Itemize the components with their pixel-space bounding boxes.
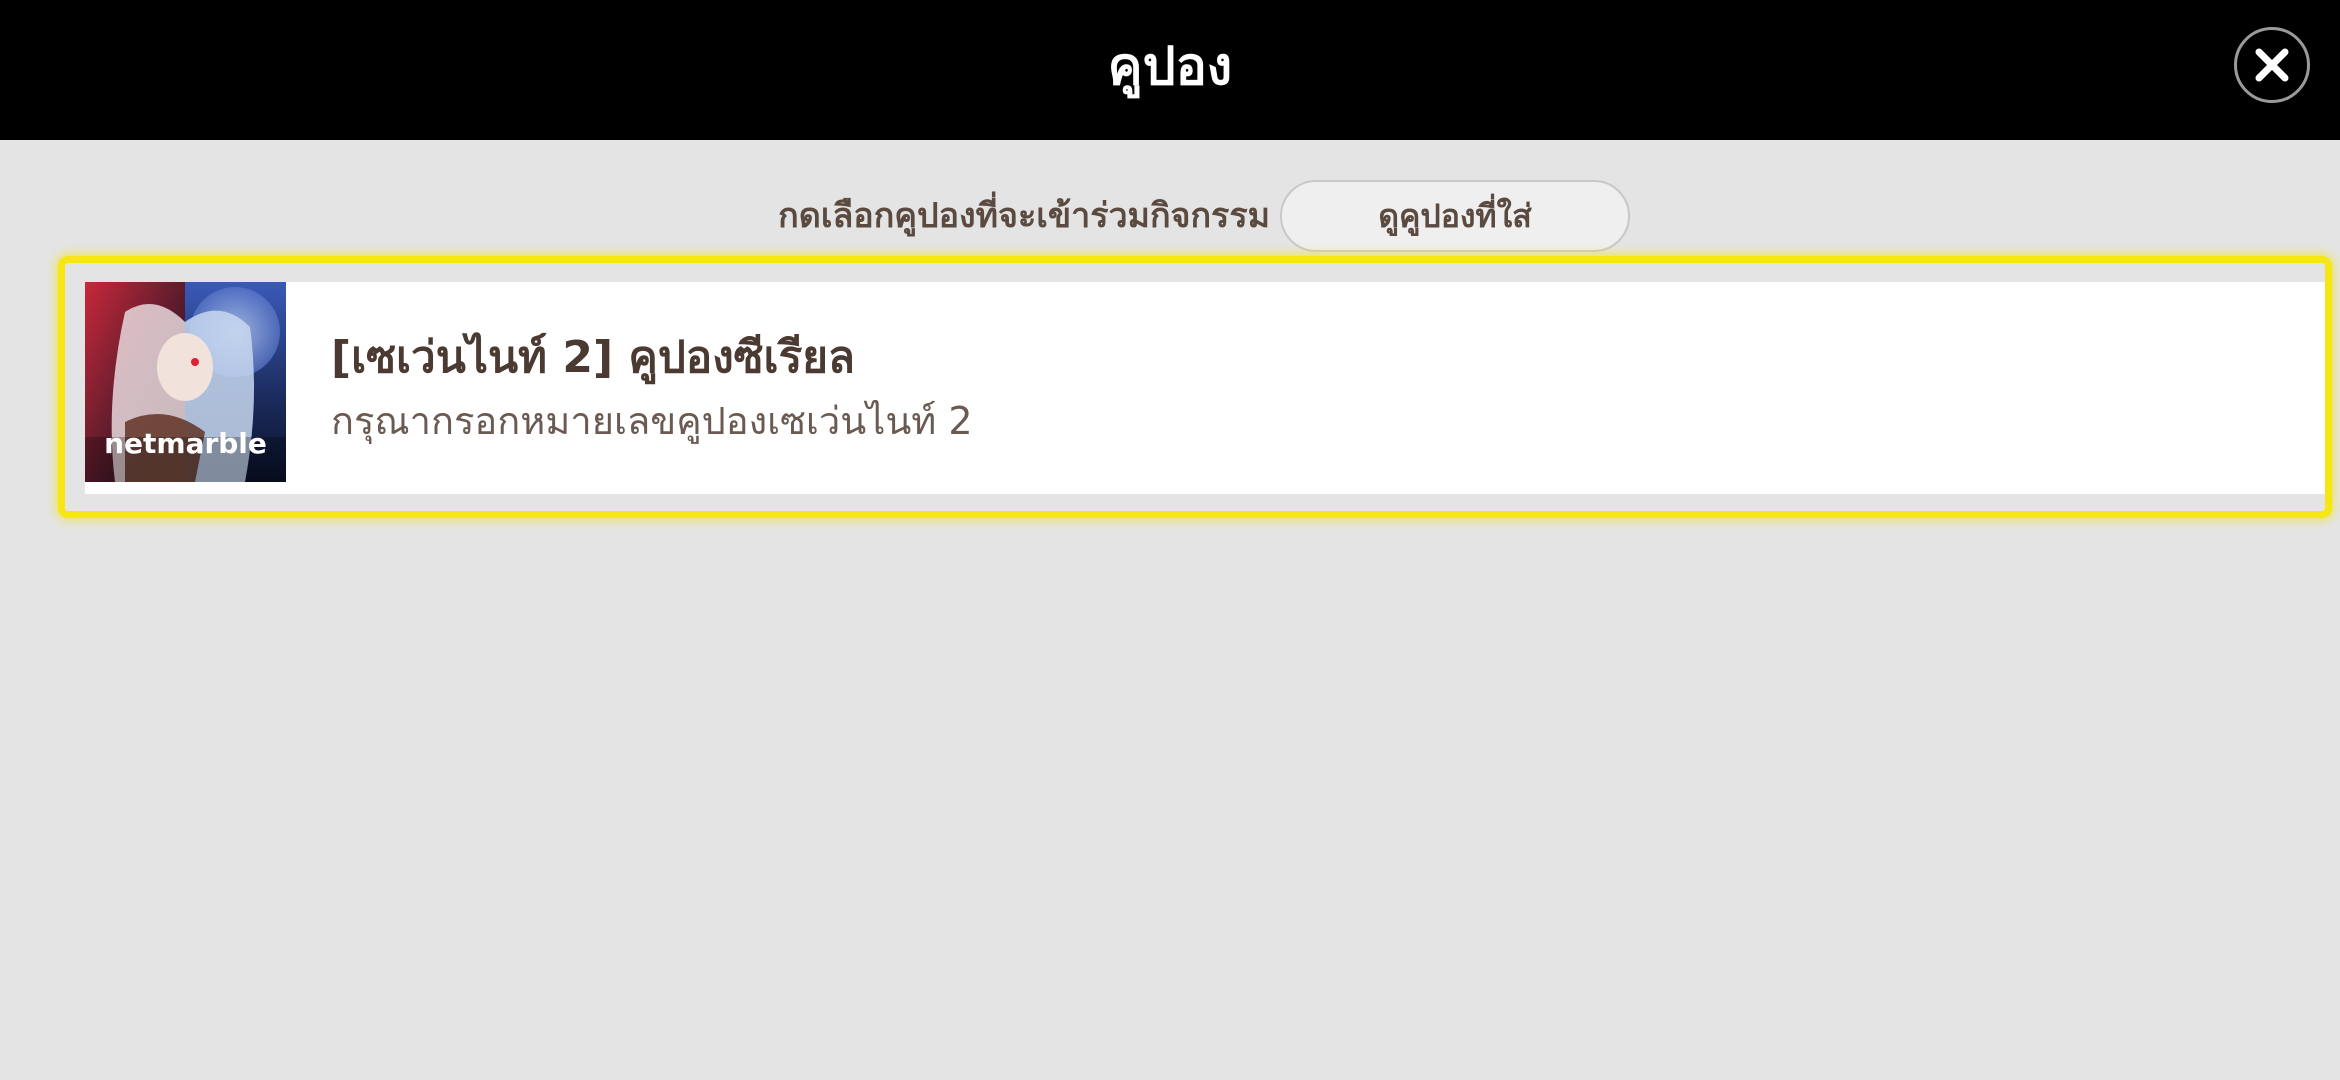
- coupon-description: กรุณากรอกหมายเลขคูปองเซเว่นไนท์ 2: [331, 399, 973, 443]
- instruction-text: กดเลือกคูปองที่จะเข้าร่วมกิจกรรม: [778, 196, 1270, 236]
- instruction-row: กดเลือกคูปองที่จะเข้าร่วมกิจกรรม ดูคูปอง…: [0, 178, 2340, 254]
- coupon-thumbnail: netmarble: [85, 282, 286, 482]
- close-icon: [2255, 48, 2289, 82]
- coupon-title: [เซเว่นไนท์ 2] คูปองซีเรียล: [331, 332, 855, 383]
- page-title: คูปอง: [1107, 37, 1233, 97]
- view-used-coupons-button[interactable]: ดูคูปองที่ใส่: [1280, 180, 1630, 252]
- close-button[interactable]: [2234, 27, 2310, 103]
- coupon-list-item[interactable]: netmarble [เซเว่นไนท์ 2] คูปองซีเรียล กร…: [85, 282, 2325, 494]
- header-bar: คูปอง: [0, 0, 2340, 140]
- netmarble-logo: netmarble: [104, 427, 267, 460]
